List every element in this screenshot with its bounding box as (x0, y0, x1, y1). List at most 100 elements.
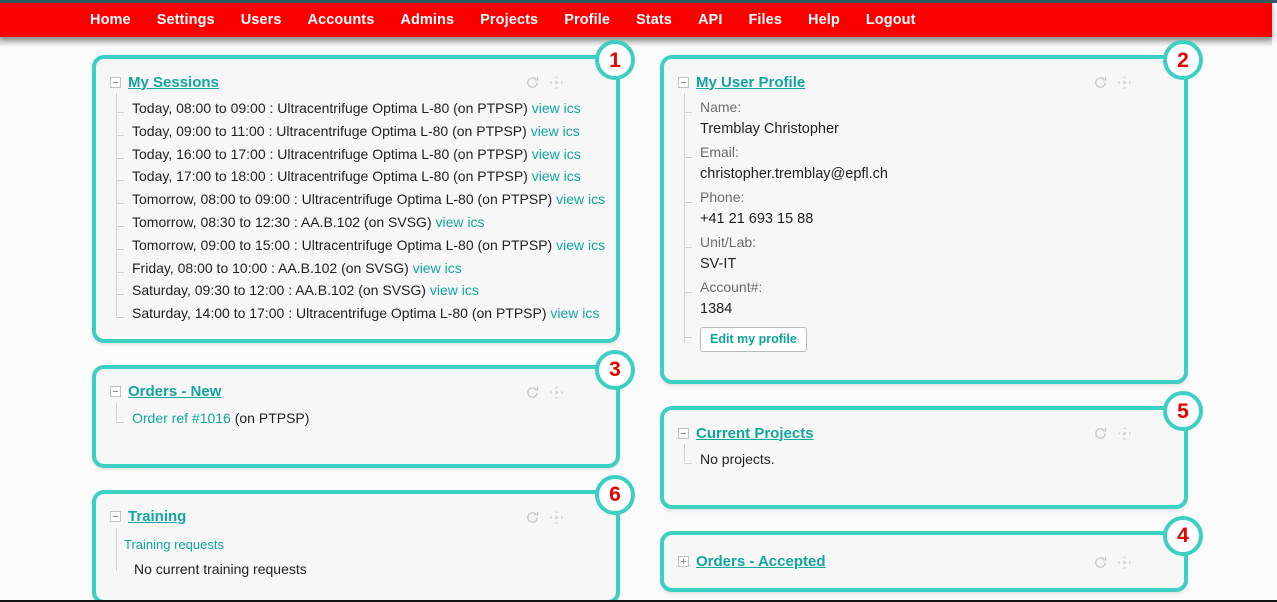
session-row: Today, 09:00 to 11:00 : Ultracentrifuge … (132, 120, 602, 143)
move-handle-icon[interactable] (1117, 555, 1132, 570)
move-handle-icon[interactable] (549, 75, 564, 90)
training-requests-link[interactable]: Training requests (120, 532, 602, 558)
collapse-minus-icon[interactable] (110, 511, 121, 522)
view-ics-link[interactable]: view ics (430, 282, 479, 298)
session-row: Tomorrow, 08:00 to 09:00 : Ultracentrifu… (132, 188, 602, 211)
left-column: 1 My Sessions Today, 08:00 to 09:00 : (92, 55, 620, 602)
panel-header-orders-new: Orders - New (96, 369, 616, 403)
panel-badge-current-projects: 5 (1163, 391, 1203, 431)
edit-my-profile-button[interactable]: Edit my profile (700, 327, 807, 352)
collapse-minus-icon[interactable] (110, 386, 121, 397)
session-row: Today, 17:00 to 18:00 : Ultracentrifuge … (132, 165, 602, 188)
training-content: Training requests No current training re… (116, 528, 602, 580)
refresh-icon[interactable] (1093, 555, 1108, 570)
refresh-icon[interactable] (525, 385, 540, 400)
nav-link-settings[interactable]: Settings (157, 3, 215, 37)
nav-link-profile[interactable]: Profile (564, 3, 610, 37)
panel-body-training: Training requests No current training re… (96, 528, 616, 600)
panel-title-current-projects[interactable]: Current Projects (696, 425, 814, 442)
profile-field-value: christopher.tremblay@epfl.ch (700, 163, 1170, 185)
panel-header-orders-accepted: Orders - Accepted (664, 535, 1184, 588)
panel-orders-new: 3 Orders - New (92, 365, 620, 468)
expand-plus-icon[interactable] (678, 556, 689, 567)
profile-field-value: +41 21 693 15 88 (700, 208, 1170, 230)
panel-title-orders-new[interactable]: Orders - New (128, 383, 221, 400)
view-ics-link[interactable]: view ics (532, 100, 581, 116)
projects-empty-text: No projects. (700, 448, 1170, 471)
panel-badge-orders-new: 3 (595, 350, 635, 390)
nav-link-logout[interactable]: Logout (866, 3, 916, 37)
training-empty-text: No current training requests (120, 558, 602, 580)
profile-field-value: SV-IT (700, 253, 1170, 275)
session-row: Saturday, 09:30 to 12:00 : AA.B.102 (on … (132, 279, 602, 302)
panel-badge-my-user-profile: 2 (1163, 40, 1203, 80)
refresh-icon[interactable] (525, 510, 540, 525)
nav-link-users[interactable]: Users (241, 3, 282, 37)
session-text: Today, 08:00 to 09:00 : Ultracentrifuge … (132, 100, 528, 116)
collapse-minus-icon[interactable] (110, 77, 121, 88)
panel-tools-current-projects (1093, 426, 1132, 441)
refresh-icon[interactable] (1093, 75, 1108, 90)
projects-list: No projects. (684, 444, 1170, 471)
move-handle-icon[interactable] (549, 510, 564, 525)
profile-field-label: Phone: (700, 187, 1170, 208)
session-row: Saturday, 14:00 to 17:00 : Ultracentrifu… (132, 302, 602, 325)
session-text: Today, 09:00 to 11:00 : Ultracentrifuge … (132, 123, 527, 139)
view-ics-link[interactable]: view ics (556, 191, 605, 207)
view-ics-link[interactable]: view ics (532, 146, 581, 162)
move-handle-icon[interactable] (1117, 426, 1132, 441)
collapse-minus-icon[interactable] (678, 77, 689, 88)
profile-field: Unit/Lab:SV-IT (700, 232, 1170, 275)
view-ics-link[interactable]: view ics (550, 305, 599, 321)
panel-badge-my-sessions: 1 (595, 40, 635, 80)
dashboard-columns: 1 My Sessions Today, 08:00 to 09:00 : (0, 55, 1277, 602)
view-ics-link[interactable]: view ics (436, 214, 485, 230)
view-ics-link[interactable]: view ics (556, 237, 605, 253)
nav-link-home[interactable]: Home (90, 3, 131, 37)
panel-title-my-sessions[interactable]: My Sessions (128, 74, 219, 91)
panel-title-my-user-profile[interactable]: My User Profile (696, 74, 805, 91)
nav-link-api[interactable]: API (698, 3, 722, 37)
profile-field: Name:Tremblay Christopher (700, 97, 1170, 140)
session-row: Today, 08:00 to 09:00 : Ultracentrifuge … (132, 97, 602, 120)
dashboard-page: Home Settings Users Accounts Admins Projects P… (0, 0, 1277, 602)
refresh-icon[interactable] (1093, 426, 1108, 441)
nav-link-projects[interactable]: Projects (480, 3, 538, 37)
view-ics-link[interactable]: view ics (531, 123, 580, 139)
session-row: Tomorrow, 09:00 to 15:00 : Ultracentrifu… (132, 234, 602, 257)
order-ref-link[interactable]: Order ref #1016 (132, 410, 231, 426)
panel-tools-my-user-profile (1093, 75, 1132, 90)
move-handle-icon[interactable] (1117, 75, 1132, 90)
panel-body-my-user-profile: Name:Tremblay ChristopherEmail:christoph… (664, 93, 1184, 380)
collapse-minus-icon[interactable] (678, 428, 689, 439)
order-ref-suffix: (on PTPSP) (231, 410, 310, 426)
session-text: Tomorrow, 08:00 to 09:00 : Ultracentrifu… (132, 191, 552, 207)
panel-body-orders-new: Order ref #1016 (on PTPSP) (96, 403, 616, 464)
profile-field-label: Account#: (700, 277, 1170, 298)
profile-field-label: Unit/Lab: (700, 232, 1170, 253)
nav-link-files[interactable]: Files (748, 3, 782, 37)
session-row: Tomorrow, 08:30 to 12:30 : AA.B.102 (on … (132, 211, 602, 234)
session-text: Today, 16:00 to 17:00 : Ultracentrifuge … (132, 146, 528, 162)
panel-header-training: Training (96, 494, 616, 528)
nav-link-admins[interactable]: Admins (400, 3, 454, 37)
profile-field: Email:christopher.tremblay@epfl.ch (700, 142, 1170, 185)
move-handle-icon[interactable] (549, 385, 564, 400)
nav-link-help[interactable]: Help (808, 3, 840, 37)
list-item: Order ref #1016 (on PTPSP) (132, 407, 602, 430)
panel-title-orders-accepted[interactable]: Orders - Accepted (696, 553, 826, 570)
view-ics-link[interactable]: view ics (413, 260, 462, 276)
profile-fields: Name:Tremblay ChristopherEmail:christoph… (684, 93, 1170, 352)
panel-tools-my-sessions (525, 75, 564, 90)
panel-my-user-profile: 2 My User Profile Name:Tremblay Christ (660, 55, 1188, 384)
nav-link-stats[interactable]: Stats (636, 3, 672, 37)
sessions-list: Today, 08:00 to 09:00 : Ultracentrifuge … (116, 93, 602, 325)
navbar-shadow (0, 37, 1272, 47)
panel-header-my-user-profile: My User Profile (664, 59, 1184, 93)
panel-title-training[interactable]: Training (128, 508, 186, 525)
profile-field: Account#:1384 (700, 277, 1170, 320)
nav-link-accounts[interactable]: Accounts (308, 3, 375, 37)
refresh-icon[interactable] (525, 75, 540, 90)
view-ics-link[interactable]: view ics (532, 168, 581, 184)
panel-training: 6 Training Training reque (92, 490, 620, 602)
